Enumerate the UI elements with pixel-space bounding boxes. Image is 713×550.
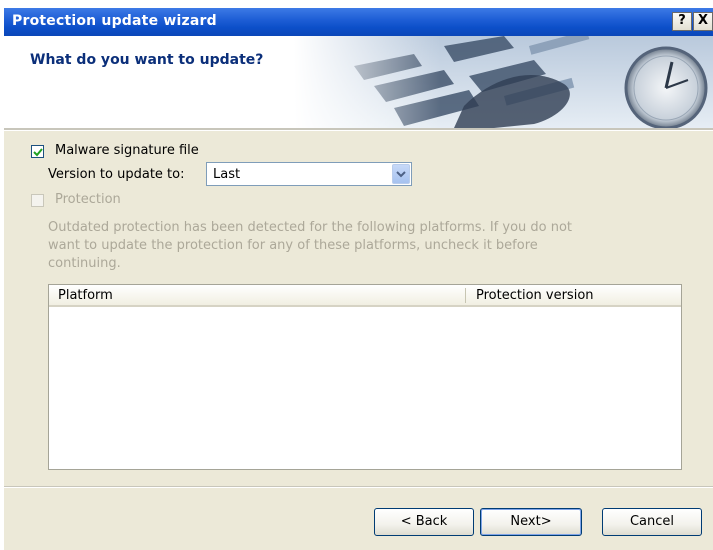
wizard-header: What do you want to update?	[4, 36, 713, 128]
version-select-value: Last	[213, 167, 241, 182]
version-dropdown-button[interactable]	[392, 164, 410, 184]
version-label: Version to update to:	[48, 167, 185, 182]
protection-checkbox[interactable]	[31, 194, 44, 207]
column-header-protection-version[interactable]: Protection version	[476, 288, 594, 303]
next-button[interactable]: Next>	[480, 508, 582, 536]
title-bar[interactable]: Protection update wizard ? X	[4, 8, 713, 36]
cancel-button[interactable]: Cancel	[602, 508, 702, 536]
header-banner-image	[294, 36, 713, 128]
chevron-down-icon	[396, 171, 406, 178]
protection-label: Protection	[55, 192, 121, 207]
header-divider	[4, 128, 713, 131]
checkmark-icon	[33, 148, 43, 157]
column-divider[interactable]	[465, 288, 466, 303]
help-button[interactable]: ?	[672, 12, 692, 31]
protection-description: Outdated protection has been detected fo…	[48, 220, 573, 271]
malware-signature-label: Malware signature file	[55, 143, 199, 158]
column-header-platform[interactable]: Platform	[58, 288, 113, 303]
page-title: What do you want to update?	[30, 52, 264, 68]
footer-divider	[4, 486, 713, 488]
wizard-window: Protection update wizard ? X What do you…	[4, 8, 713, 550]
platform-table[interactable]: Platform Protection version	[48, 284, 682, 470]
platform-table-header: Platform Protection version	[49, 285, 681, 307]
close-button[interactable]: X	[693, 12, 713, 31]
back-button[interactable]: < Back	[374, 508, 474, 536]
version-select[interactable]: Last	[206, 162, 412, 186]
window-title: Protection update wizard	[12, 13, 217, 29]
malware-signature-checkbox[interactable]	[31, 145, 44, 158]
